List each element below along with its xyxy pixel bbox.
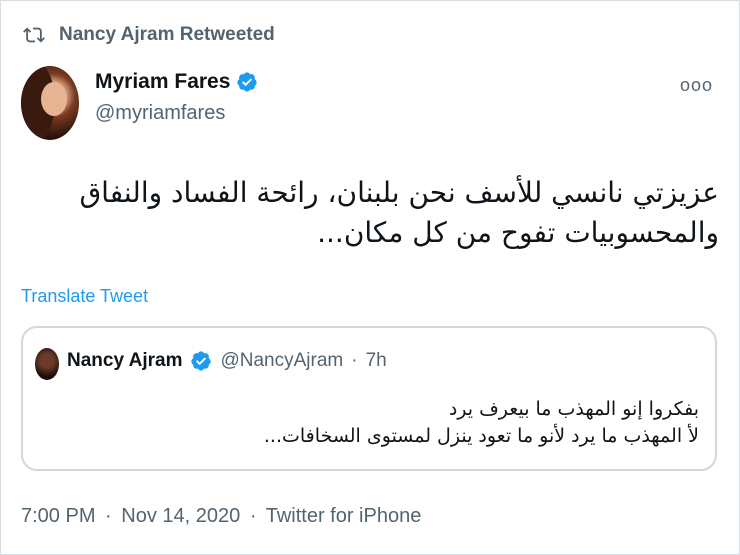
quoted-tweet-text: بفكروا إنو المهذب ما بيعرف يرد لأ المهذب… [39, 396, 699, 450]
retweet-header: Nancy Ajram Retweeted [23, 21, 275, 49]
tweet-container: Nancy Ajram Retweeted Myriam Fares @myri… [0, 0, 740, 555]
quoted-time: 7h [365, 350, 387, 371]
quoted-author-handle: @NancyAjram [220, 350, 344, 371]
quoted-line-2: لأ المهذب ما يرد لأنو ما تعود ينزل لمستو… [263, 425, 699, 447]
verified-badge-icon [191, 351, 212, 371]
quoted-author-avatar [35, 348, 59, 380]
verified-badge-icon [237, 72, 258, 92]
tweet-time[interactable]: 7:00 PM [21, 505, 95, 527]
quoted-author-name: Nancy Ajram [67, 350, 183, 371]
tweet-line-2: والمحسوبيات تفوح من كل مكان... [317, 216, 719, 249]
quoted-tweet-card[interactable]: Nancy Ajram @NancyAjram · 7h بفكروا إنو … [21, 326, 717, 471]
tweet-date[interactable]: Nov 14, 2020 [121, 505, 240, 527]
more-options-icon[interactable]: ooo [680, 75, 713, 96]
author-name-row: Myriam Fares [95, 70, 258, 94]
meta-separator: · [105, 505, 112, 527]
author-display-name[interactable]: Myriam Fares [95, 70, 230, 94]
quoted-tweet-header: Nancy Ajram @NancyAjram · 7h [67, 350, 387, 372]
meta-separator: · [249, 505, 257, 527]
author-handle[interactable]: @myriamfares [95, 102, 225, 125]
tweet-source[interactable]: Twitter for iPhone [266, 505, 422, 527]
quoted-line-1: بفكروا إنو المهذب ما بيعرف يرد [448, 398, 699, 420]
retweet-label[interactable]: Nancy Ajram Retweeted [59, 24, 275, 46]
author-avatar[interactable] [21, 66, 79, 140]
retweet-icon [23, 27, 45, 43]
tweet-line-1: عزيزتي نانسي للأسف نحن بلبنان، رائحة الف… [79, 176, 719, 209]
translate-tweet-link[interactable]: Translate Tweet [21, 286, 148, 307]
quoted-separator: · [351, 350, 358, 371]
tweet-meta: 7:00 PM · Nov 14, 2020 · Twitter for iPh… [21, 505, 421, 528]
tweet-text: عزيزتي نانسي للأسف نحن بلبنان، رائحة الف… [21, 173, 719, 253]
